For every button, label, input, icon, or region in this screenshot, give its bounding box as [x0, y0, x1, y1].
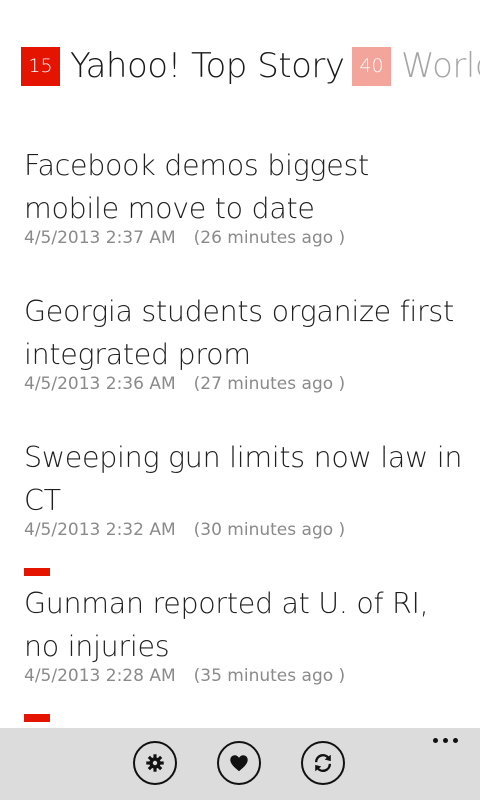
- settings-icon: [146, 754, 164, 772]
- story-title-line: integrated prom: [24, 338, 251, 371]
- story-item[interactable]: Facebook demos biggest mobile move to da…: [24, 144, 464, 248]
- dot: [443, 738, 448, 743]
- pivot-title: Yahoo! Top Story: [70, 46, 345, 86]
- story-ago: (26 minutes ago ): [193, 228, 346, 248]
- story-title: Georgia students organize first integrat…: [24, 290, 464, 376]
- story-meta: 4/5/2013 2:28 AM (35 minutes ago ): [24, 666, 464, 686]
- refresh-button[interactable]: [301, 741, 345, 785]
- story-title: Sweeping gun limits now law in CT: [24, 436, 464, 522]
- story-title-line: Georgia students organize first: [24, 295, 454, 328]
- story-title-line: no injuries: [24, 630, 170, 663]
- story-meta: 4/5/2013 2:32 AM (30 minutes ago ): [24, 520, 464, 540]
- story-timestamp: 4/5/2013 2:37 AM: [24, 228, 176, 248]
- breaking-flag: [24, 714, 50, 722]
- story-timestamp: 4/5/2013 2:28 AM: [24, 666, 176, 686]
- story-ago: (30 minutes ago ): [193, 520, 346, 540]
- story-ago: (35 minutes ago ): [193, 666, 346, 686]
- story-timestamp: 4/5/2013 2:32 AM: [24, 520, 176, 540]
- refresh-icon: [314, 754, 332, 772]
- story-item[interactable]: Gunman reported at U. of RI, no injuries…: [24, 582, 464, 686]
- pivot-title: World: [401, 46, 480, 86]
- story-ago: (27 minutes ago ): [193, 374, 346, 394]
- story-title: Facebook demos biggest mobile move to da…: [24, 144, 464, 230]
- story-title-line: CT: [24, 484, 61, 517]
- dot: [433, 738, 438, 743]
- pivot-item-world[interactable]: 40 World: [352, 46, 480, 86]
- pivot-item-top-story[interactable]: 15 Yahoo! Top Story: [21, 46, 345, 86]
- favorite-button[interactable]: [217, 741, 261, 785]
- story-title-line: Sweeping gun limits now law in: [24, 441, 463, 474]
- story-item[interactable]: Sweeping gun limits now law in CT 4/5/20…: [24, 436, 464, 540]
- count-badge: 40: [352, 46, 391, 86]
- story-title-line: Facebook demos biggest: [24, 149, 369, 182]
- app-bar: [0, 728, 480, 800]
- settings-button[interactable]: [133, 741, 177, 785]
- story-title-line: Gunman reported at U. of RI,: [24, 587, 429, 620]
- story-meta: 4/5/2013 2:36 AM (27 minutes ago ): [24, 374, 464, 394]
- more-icon[interactable]: [433, 738, 458, 743]
- heart-icon: [230, 755, 248, 772]
- story-title: Gunman reported at U. of RI, no injuries: [24, 582, 464, 668]
- story-meta: 4/5/2013 2:37 AM (26 minutes ago ): [24, 228, 464, 248]
- breaking-flag: [24, 568, 50, 576]
- dot: [453, 738, 458, 743]
- count-badge: 15: [21, 46, 60, 86]
- story-timestamp: 4/5/2013 2:36 AM: [24, 374, 176, 394]
- pivot-header: 15 Yahoo! Top Story 40 World: [0, 0, 480, 110]
- story-title-line: mobile move to date: [24, 192, 315, 225]
- story-item[interactable]: Georgia students organize first integrat…: [24, 290, 464, 394]
